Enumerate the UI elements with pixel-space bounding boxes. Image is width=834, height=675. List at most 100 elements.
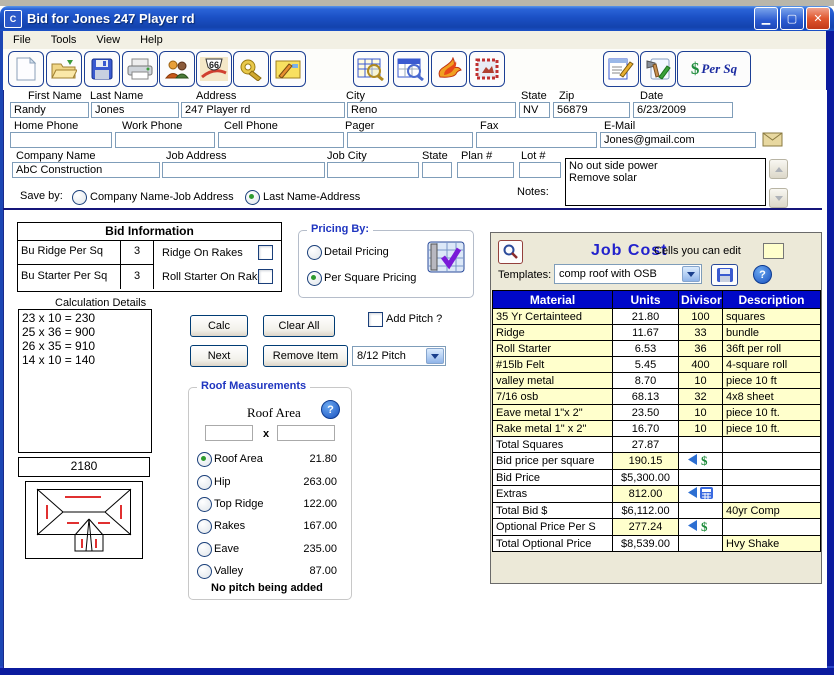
roof-area-radio[interactable] xyxy=(197,452,212,467)
bu-starter-value[interactable]: 3 xyxy=(121,265,154,289)
state-input[interactable] xyxy=(519,102,550,118)
description-cell[interactable]: piece 10 ft xyxy=(723,373,821,389)
lot-input[interactable] xyxy=(519,162,561,178)
description-cell[interactable]: 40yr Comp xyxy=(723,503,821,519)
email-input[interactable] xyxy=(600,132,756,148)
maximize-button[interactable]: ▢ xyxy=(780,7,804,30)
job-address-input[interactable] xyxy=(162,162,325,178)
notes-scroll-up-button[interactable] xyxy=(769,159,788,179)
send-email-button[interactable] xyxy=(762,132,783,150)
bu-ridge-value[interactable]: 3 xyxy=(121,240,154,265)
pitch-dropdown[interactable]: 8/12 Pitch xyxy=(352,346,446,366)
description-cell[interactable]: piece 10 ft. xyxy=(723,421,821,437)
contacts-button[interactable] xyxy=(159,51,195,87)
divisor-cell[interactable]: 36 xyxy=(679,341,723,357)
hip-radio[interactable] xyxy=(197,475,212,490)
clear-all-button[interactable]: Clear All xyxy=(263,315,335,337)
home-phone-input[interactable] xyxy=(10,132,112,148)
material-cell[interactable]: Eave metal 1"x 2" xyxy=(493,405,613,421)
description-cell[interactable]: 36ft per roll xyxy=(723,341,821,357)
tools-editor-button[interactable] xyxy=(640,51,676,87)
route-66-button[interactable]: 66 xyxy=(196,51,232,87)
date-input[interactable] xyxy=(633,102,733,118)
divisor-cell[interactable]: 10 xyxy=(679,421,723,437)
divisor-cell[interactable]: $ xyxy=(679,453,723,470)
minimize-button[interactable]: ▁ xyxy=(754,7,778,30)
price-per-square-button[interactable]: $ Per Sq xyxy=(677,51,751,87)
rakes-radio[interactable] xyxy=(197,519,212,534)
save-by-company-radio[interactable] xyxy=(72,190,87,205)
stamp-button[interactable] xyxy=(469,51,505,87)
flame-button[interactable] xyxy=(431,51,467,87)
menu-view[interactable]: View xyxy=(86,32,130,48)
company-name-input[interactable] xyxy=(12,162,160,178)
settings-button[interactable] xyxy=(233,51,269,87)
roof-width-input[interactable] xyxy=(205,425,253,441)
dropdown-arrow-icon[interactable] xyxy=(682,266,700,282)
description-cell[interactable]: Hvy Shake xyxy=(723,536,821,552)
title-bar[interactable]: C Bid for Jones 247 Player rd ▁ ▢ ✕ xyxy=(0,6,834,31)
work-phone-input[interactable] xyxy=(115,132,215,148)
roof-length-input[interactable] xyxy=(277,425,335,441)
next-button[interactable]: Next xyxy=(190,345,248,367)
save-button[interactable] xyxy=(84,51,120,87)
units-cell[interactable]: 190.15 xyxy=(613,453,679,470)
zip-input[interactable] xyxy=(553,102,630,118)
description-cell[interactable]: 4x8 sheet xyxy=(723,389,821,405)
menu-file[interactable]: File xyxy=(3,32,41,48)
menu-help[interactable]: Help xyxy=(130,32,173,48)
roll-starter-on-rakes-checkbox[interactable] xyxy=(258,269,273,284)
roof-help-icon[interactable]: ? xyxy=(321,400,340,419)
units-cell[interactable]: 277.24 xyxy=(613,519,679,536)
valley-radio[interactable] xyxy=(197,564,212,579)
divisor-cell[interactable]: $ xyxy=(679,519,723,536)
job-cost-search-button[interactable] xyxy=(498,240,523,264)
new-document-button[interactable] xyxy=(8,51,44,87)
description-cell[interactable]: squares xyxy=(723,309,821,325)
description-cell[interactable]: bundle xyxy=(723,325,821,341)
close-button[interactable]: ✕ xyxy=(806,7,830,30)
remove-item-button[interactable]: Remove Item xyxy=(263,345,348,367)
grid-search-button[interactable] xyxy=(353,51,389,87)
material-cell[interactable]: Roll Starter xyxy=(493,341,613,357)
divisor-cell[interactable] xyxy=(679,486,723,503)
save-by-lastname-radio[interactable] xyxy=(245,190,260,205)
eave-radio[interactable] xyxy=(197,542,212,557)
divisor-cell[interactable]: 100 xyxy=(679,309,723,325)
city-input[interactable] xyxy=(347,102,516,118)
detail-pricing-radio[interactable] xyxy=(307,245,322,260)
cell-phone-input[interactable] xyxy=(218,132,344,148)
dropdown-arrow-icon[interactable] xyxy=(426,348,444,364)
divisor-cell[interactable]: 400 xyxy=(679,357,723,373)
material-cell[interactable]: Rake metal 1" x 2" xyxy=(493,421,613,437)
pricing-sheet-button[interactable] xyxy=(427,241,465,276)
address-input[interactable] xyxy=(181,102,345,118)
material-cell[interactable]: #15lb Felt xyxy=(493,357,613,373)
fax-input[interactable] xyxy=(476,132,597,148)
description-cell[interactable]: piece 10 ft. xyxy=(723,405,821,421)
calculation-details-list[interactable]: 23 x 10 = 230 25 x 36 = 900 26 x 35 = 91… xyxy=(18,309,152,453)
material-cell[interactable]: 35 Yr Certainteed xyxy=(493,309,613,325)
open-button[interactable] xyxy=(46,51,82,87)
calendar-search-button[interactable] xyxy=(393,51,429,87)
job-cost-help-icon[interactable]: ? xyxy=(753,265,772,284)
note-editor-button[interactable] xyxy=(270,51,306,87)
top-ridge-radio[interactable] xyxy=(197,497,212,512)
calc-button[interactable]: Calc xyxy=(190,315,248,337)
ridge-on-rakes-checkbox[interactable] xyxy=(258,245,273,260)
divisor-cell[interactable]: 10 xyxy=(679,405,723,421)
notes-textarea[interactable]: No out side power Remove solar xyxy=(565,158,766,206)
add-pitch-checkbox[interactable] xyxy=(368,312,383,327)
per-square-pricing-radio[interactable] xyxy=(307,271,322,286)
report-editor-button[interactable] xyxy=(603,51,639,87)
templates-dropdown[interactable]: comp roof with OSB xyxy=(554,264,702,284)
material-cell[interactable]: Ridge xyxy=(493,325,613,341)
plan-input[interactable] xyxy=(457,162,514,178)
divisor-cell[interactable]: 32 xyxy=(679,389,723,405)
material-cell[interactable]: valley metal xyxy=(493,373,613,389)
notes-scroll-down-button[interactable] xyxy=(769,188,788,208)
units-cell[interactable]: 812.00 xyxy=(613,486,679,503)
menu-tools[interactable]: Tools xyxy=(41,32,87,48)
pager-input[interactable] xyxy=(347,132,473,148)
job-city-input[interactable] xyxy=(327,162,419,178)
